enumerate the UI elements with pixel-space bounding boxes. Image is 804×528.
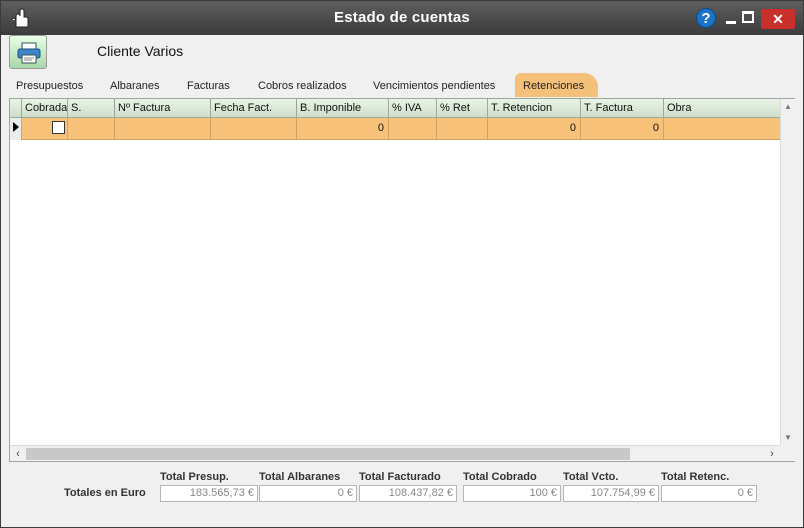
totals-row-label: Totales en Euro	[64, 487, 146, 499]
table-row[interactable]: 0 0 0	[22, 118, 780, 140]
scroll-up-icon[interactable]: ▲	[781, 101, 795, 113]
column-header-b-imponible[interactable]: B. Imponible	[297, 99, 389, 117]
maximize-icon[interactable]	[742, 11, 754, 23]
retenciones-grid[interactable]: Cobrada S. Nº Factura Fecha Fact. B. Imp…	[9, 98, 795, 462]
total-facturado-field: 108.437,82 €	[359, 485, 457, 502]
scroll-right-icon[interactable]: ›	[766, 447, 778, 461]
cell-t-factura[interactable]: 0	[581, 118, 664, 139]
client-bar: Cliente Varios	[1, 35, 803, 69]
current-row-indicator	[10, 118, 22, 140]
cell-s[interactable]	[68, 118, 115, 139]
tab-cobros-realizados[interactable]: Cobros realizados	[258, 73, 347, 97]
total-vcto-label: Total Vcto.	[563, 471, 619, 483]
total-albaranes-label: Total Albaranes	[259, 471, 341, 483]
title-bar[interactable]: Estado de cuentas ? ✕	[1, 1, 803, 35]
tab-presupuestos[interactable]: Presupuestos	[16, 73, 83, 97]
total-vcto-field: 107.754,99 €	[563, 485, 659, 502]
totals-panel: Total Presup. Total Albaranes Total Fact…	[1, 466, 803, 526]
cell-t-retencion[interactable]: 0	[488, 118, 581, 139]
statement-window: Estado de cuentas ? ✕ Cliente Varios Pre…	[0, 0, 804, 528]
vertical-scrollbar[interactable]: ▲ ▼	[780, 99, 795, 446]
cell-n-factura[interactable]	[115, 118, 211, 139]
client-name: Cliente Varios	[97, 43, 184, 59]
column-header-n-factura[interactable]: Nº Factura	[115, 99, 211, 117]
total-facturado-label: Total Facturado	[359, 471, 441, 483]
cell-b-imponible[interactable]: 0	[297, 118, 389, 139]
tab-bar: Presupuestos Albaranes Facturas Cobros r…	[7, 73, 797, 97]
column-header-iva[interactable]: % IVA	[389, 99, 437, 117]
total-presup-label: Total Presup.	[160, 471, 229, 483]
cell-ret[interactable]	[437, 118, 488, 139]
grid-header: Cobrada S. Nº Factura Fecha Fact. B. Imp…	[10, 99, 780, 118]
tab-facturas[interactable]: Facturas	[187, 73, 230, 97]
total-cobrado-field: 100 €	[463, 485, 561, 502]
window-title: Estado de cuentas	[334, 9, 470, 26]
cell-fecha-fact[interactable]	[211, 118, 297, 139]
total-albaranes-field: 0 €	[259, 485, 357, 502]
minimize-icon[interactable]	[723, 9, 739, 27]
column-header-s[interactable]: S.	[68, 99, 115, 117]
tab-retenciones[interactable]: Retenciones	[515, 73, 599, 97]
column-header-fecha-fact[interactable]: Fecha Fact.	[211, 99, 297, 117]
column-header-t-factura[interactable]: T. Factura	[581, 99, 664, 117]
cobrada-checkbox[interactable]	[52, 121, 65, 134]
scroll-down-icon[interactable]: ▼	[781, 432, 795, 444]
column-header-cobrada[interactable]: Cobrada	[22, 99, 68, 117]
cell-cobrada	[22, 118, 68, 139]
print-button[interactable]	[9, 35, 47, 69]
scrollbar-corner	[780, 445, 795, 461]
cell-iva[interactable]	[389, 118, 437, 139]
column-header-t-retencion[interactable]: T. Retencion	[488, 99, 581, 117]
cell-obra[interactable]	[664, 118, 780, 139]
column-header-obra[interactable]: Obra	[664, 99, 780, 117]
horizontal-scroll-thumb[interactable]	[26, 448, 630, 460]
total-retenc-field: 0 €	[661, 485, 757, 502]
column-header-ret[interactable]: % Ret	[437, 99, 488, 117]
total-cobrado-label: Total Cobrado	[463, 471, 537, 483]
close-button[interactable]: ✕	[761, 9, 795, 29]
horizontal-scrollbar[interactable]: ‹ ›	[10, 445, 780, 461]
row-header-corner	[10, 99, 22, 117]
help-icon[interactable]: ?	[696, 8, 716, 28]
printer-icon	[17, 42, 41, 64]
total-presup-field: 183.565,73 €	[160, 485, 258, 502]
total-retenc-label: Total Retenc.	[661, 471, 730, 483]
tab-albaranes[interactable]: Albaranes	[110, 73, 160, 97]
scroll-left-icon[interactable]: ‹	[12, 447, 24, 461]
tab-vencimientos-pendientes[interactable]: Vencimientos pendientes	[373, 73, 495, 97]
